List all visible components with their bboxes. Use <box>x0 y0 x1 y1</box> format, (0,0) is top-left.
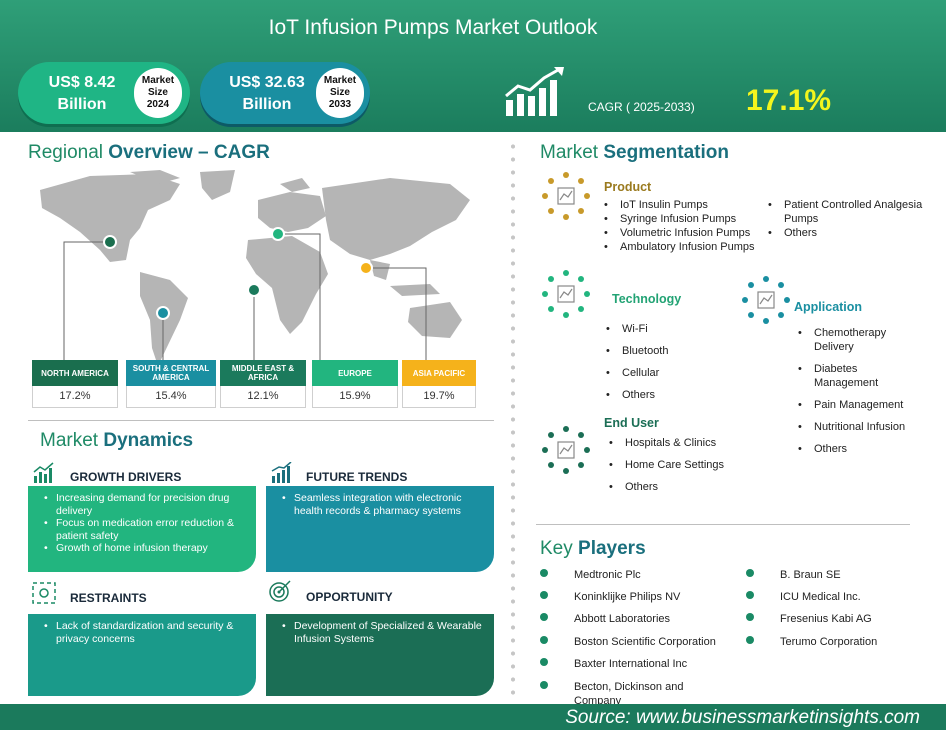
player-item: Baxter International Inc <box>574 658 688 670</box>
technology-icon <box>542 270 590 318</box>
vertical-dotted-divider <box>511 140 515 700</box>
pin-north-america <box>103 235 117 249</box>
bullet-dot <box>540 658 548 666</box>
player-item: Fresenius Kabi AG <box>780 613 872 625</box>
region-asia-pacific: ASIA PACIFIC 19.7% <box>402 360 476 408</box>
end-user-title: End User <box>604 416 659 430</box>
bullet-dot <box>540 681 548 689</box>
product-list-2: Patient Controlled Analgesia Pumps Other… <box>768 198 938 240</box>
market-segmentation-title: Market Segmentation <box>540 142 729 163</box>
bullet-dot <box>540 636 548 644</box>
pin-asia-pacific <box>359 261 373 275</box>
trend-chart-icon <box>271 462 292 483</box>
bullet-dot <box>746 591 754 599</box>
future-trends-title: FUTURE TRENDS <box>306 470 408 484</box>
player-item: Koninklijke Philips NV <box>574 591 681 603</box>
region-north-america: NORTH AMERICA 17.2% <box>32 360 118 408</box>
pin-south-america <box>156 306 170 320</box>
bar-chart-icon <box>33 462 54 483</box>
application-icon <box>742 276 790 324</box>
end-user-list: Hospitals & Clinics Home Care Settings O… <box>609 436 729 502</box>
application-title: Application <box>794 300 863 314</box>
bullet-dot <box>746 636 754 644</box>
divider <box>28 420 494 421</box>
growth-drivers-card: Increasing demand for precision drug del… <box>28 486 256 572</box>
restraints-icon <box>32 582 56 604</box>
key-players-title: Key Players <box>540 538 646 559</box>
footer-bar: Source: www.businessmarketinsights.com <box>0 704 946 730</box>
opportunity-card: Development of Specialized & Wearable In… <box>266 614 494 696</box>
region-europe: EUROPE 15.9% <box>312 360 398 408</box>
pin-middle-east-africa <box>247 283 261 297</box>
technology-title: Technology <box>612 292 682 306</box>
end-user-icon <box>542 426 590 474</box>
application-list: Chemotherapy Delivery Diabetes Managemen… <box>798 326 908 464</box>
region-south-central-america: SOUTH & CENTRAL AMERICA 15.4% <box>126 360 216 408</box>
region-middle-east-africa: MIDDLE EAST & AFRICA 12.1% <box>220 360 306 408</box>
bullet-dot <box>540 569 548 577</box>
technology-list: Wi-Fi Bluetooth Cellular Others <box>606 322 726 410</box>
product-title: Product <box>604 180 652 194</box>
bullet-dot <box>540 591 548 599</box>
restraints-title: RESTRAINTS <box>70 591 147 605</box>
player-item: Boston Scientific Corporation <box>574 636 716 648</box>
product-icon <box>542 172 590 220</box>
target-icon <box>269 580 291 602</box>
player-item: Abbott Laboratories <box>574 613 671 625</box>
player-item: Terumo Corporation <box>780 636 878 648</box>
divider <box>536 524 910 525</box>
restraints-card: Lack of standardization and security & p… <box>28 614 256 696</box>
pin-europe <box>271 227 285 241</box>
player-item: Medtronic Plc <box>574 569 641 581</box>
player-item: B. Braun SE <box>780 569 841 581</box>
opportunity-title: OPPORTUNITY <box>306 590 393 604</box>
player-item: ICU Medical Inc. <box>780 591 861 603</box>
bullet-dot <box>540 613 548 621</box>
source-link[interactable]: Source: www.businessmarketinsights.com <box>565 707 920 729</box>
growth-drivers-title: GROWTH DRIVERS <box>70 470 182 484</box>
product-list: IoT Insulin Pumps Syringe Infusion Pumps… <box>604 198 774 254</box>
market-dynamics-title: Market Dynamics <box>40 430 194 451</box>
future-trends-card: Seamless integration with electronic hea… <box>266 486 494 572</box>
bullet-dot <box>746 613 754 621</box>
bullet-dot <box>746 569 754 577</box>
